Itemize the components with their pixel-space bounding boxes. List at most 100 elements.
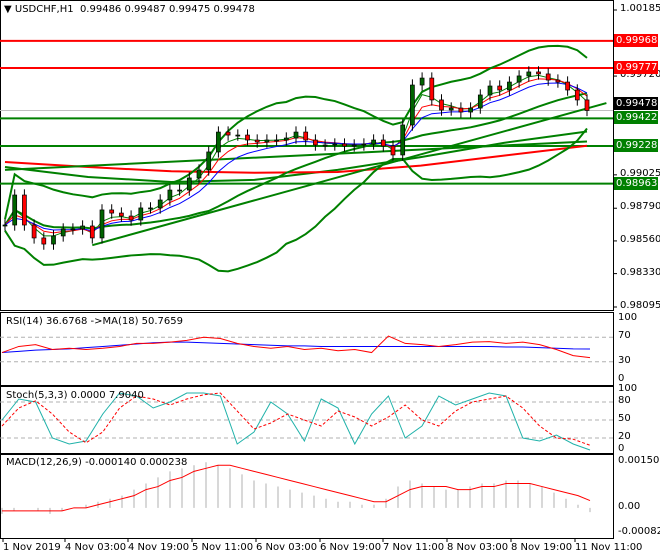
- candle: [351, 144, 357, 147]
- rsi-tick-label: 70: [618, 330, 631, 342]
- candle: [99, 209, 105, 239]
- candle: [31, 224, 37, 239]
- candle: [390, 145, 396, 156]
- support-price-tag: 0.99422: [614, 111, 658, 125]
- candle: [51, 235, 56, 245]
- bollinger-middle: [4, 92, 588, 230]
- chart-canvas[interactable]: [0, 0, 660, 560]
- macd-signal-line: [2, 464, 591, 512]
- resistance-price-tag: 0.99777: [614, 60, 658, 74]
- candle: [206, 151, 212, 171]
- candle: [458, 107, 464, 113]
- candle: [109, 209, 115, 214]
- price-tick-label: 0.98790: [620, 201, 660, 213]
- candle: [371, 139, 376, 145]
- macd-label: MACD(12,26,9) -0.000140 0.000238: [6, 457, 188, 468]
- price-tick-label: 0.98095: [620, 300, 660, 311]
- candle: [196, 169, 202, 179]
- candle: [410, 84, 415, 126]
- symbol-label: USDCHF,H1: [14, 4, 74, 15]
- candle: [41, 237, 47, 245]
- candle: [119, 212, 124, 217]
- candle: [177, 189, 182, 192]
- candle: [70, 228, 76, 231]
- candle: [186, 177, 192, 191]
- price-tick-label: 1.00185: [620, 3, 660, 14]
- time-label: 8 Nov 19:00: [511, 542, 573, 553]
- time-label: 4 Nov 19:00: [128, 542, 190, 553]
- candle: [507, 81, 512, 91]
- macd-tick-label: -0.000829: [618, 526, 660, 537]
- time-label: 1 Nov 2019: [3, 542, 61, 553]
- current-price-tag: 0.99478: [614, 97, 658, 111]
- candle: [526, 71, 532, 77]
- stoch-tick-label: 0: [618, 443, 625, 454]
- candle: [400, 124, 406, 156]
- support-price-tag: 0.98963: [614, 176, 658, 190]
- candle: [361, 143, 367, 146]
- stoch-tick-label: 50: [618, 413, 631, 424]
- resistance-price-tag: 0.99968: [614, 33, 658, 47]
- candle: [89, 225, 95, 239]
- chart-window: ▼ USDCHF,H1 0.99486 0.99487 0.99475 0.99…: [0, 0, 660, 560]
- candle: [322, 144, 328, 147]
- candle: [274, 139, 279, 142]
- price-tick-label: 0.98330: [620, 266, 660, 278]
- support-price-tag: 0.99228: [614, 138, 658, 152]
- candle: [516, 75, 522, 83]
- ohlc-values: 0.99486 0.99487 0.99475 0.99478: [79, 4, 255, 15]
- time-label: 6 Nov 19:00: [320, 542, 382, 553]
- candle: [283, 137, 289, 141]
- candle: [555, 79, 561, 83]
- candle: [167, 189, 173, 201]
- candle: [565, 81, 570, 91]
- candle: [254, 139, 260, 143]
- bollinger-lower: [4, 127, 588, 273]
- time-label: 8 Nov 03:00: [447, 542, 509, 553]
- candle: [60, 228, 66, 237]
- candle: [584, 99, 590, 111]
- candle: [245, 134, 250, 141]
- candle: [264, 139, 270, 143]
- candle: [216, 131, 221, 153]
- time-label: 4 Nov 03:00: [65, 542, 127, 553]
- candle: [22, 194, 27, 226]
- candle: [342, 143, 347, 147]
- candle: [468, 107, 473, 113]
- candle: [235, 134, 241, 137]
- macd-tick-label: 0.00: [618, 500, 641, 512]
- stoch-tick-label: 20: [618, 431, 631, 442]
- time-label: 11 Nov 11:00: [575, 542, 643, 553]
- time-label: 5 Nov 11:00: [192, 542, 254, 553]
- candle: [225, 131, 231, 136]
- candle: [429, 77, 435, 101]
- candle: [2, 224, 8, 227]
- candle: [536, 71, 541, 75]
- chart-header: ▼ USDCHF,H1 0.99486 0.99487 0.99475 0.99…: [4, 4, 255, 15]
- time-label: 6 Nov 03:00: [256, 542, 318, 553]
- stoch-tick-label: 100: [618, 383, 638, 394]
- price-tick-label: 0.98560: [620, 233, 660, 245]
- rsi-ma-line: [1, 341, 591, 354]
- candle: [545, 73, 551, 81]
- candle: [138, 207, 144, 221]
- dropdown-triangle-icon[interactable]: ▼: [4, 4, 12, 15]
- trendline: [92, 102, 607, 247]
- candle: [380, 139, 386, 147]
- candle: [148, 207, 153, 210]
- macd-tick-label: 0.001508: [618, 455, 660, 466]
- stoch-label: Stoch(5,3,3) 0.0000 7.9040: [6, 390, 144, 401]
- candle: [497, 85, 503, 91]
- candle: [293, 131, 299, 139]
- candle: [439, 99, 444, 111]
- candle: [419, 77, 425, 86]
- candle: [487, 85, 493, 96]
- candle: [313, 139, 318, 146]
- rsi-label: RSI(14) 36.6768 ->MA(18) 50.7659: [6, 316, 183, 327]
- candle: [12, 194, 18, 226]
- time-label: 7 Nov 11:00: [383, 542, 445, 553]
- candle: [448, 107, 454, 111]
- candle: [157, 199, 163, 209]
- candle: [303, 131, 309, 141]
- rsi-tick-label: 100: [618, 312, 638, 323]
